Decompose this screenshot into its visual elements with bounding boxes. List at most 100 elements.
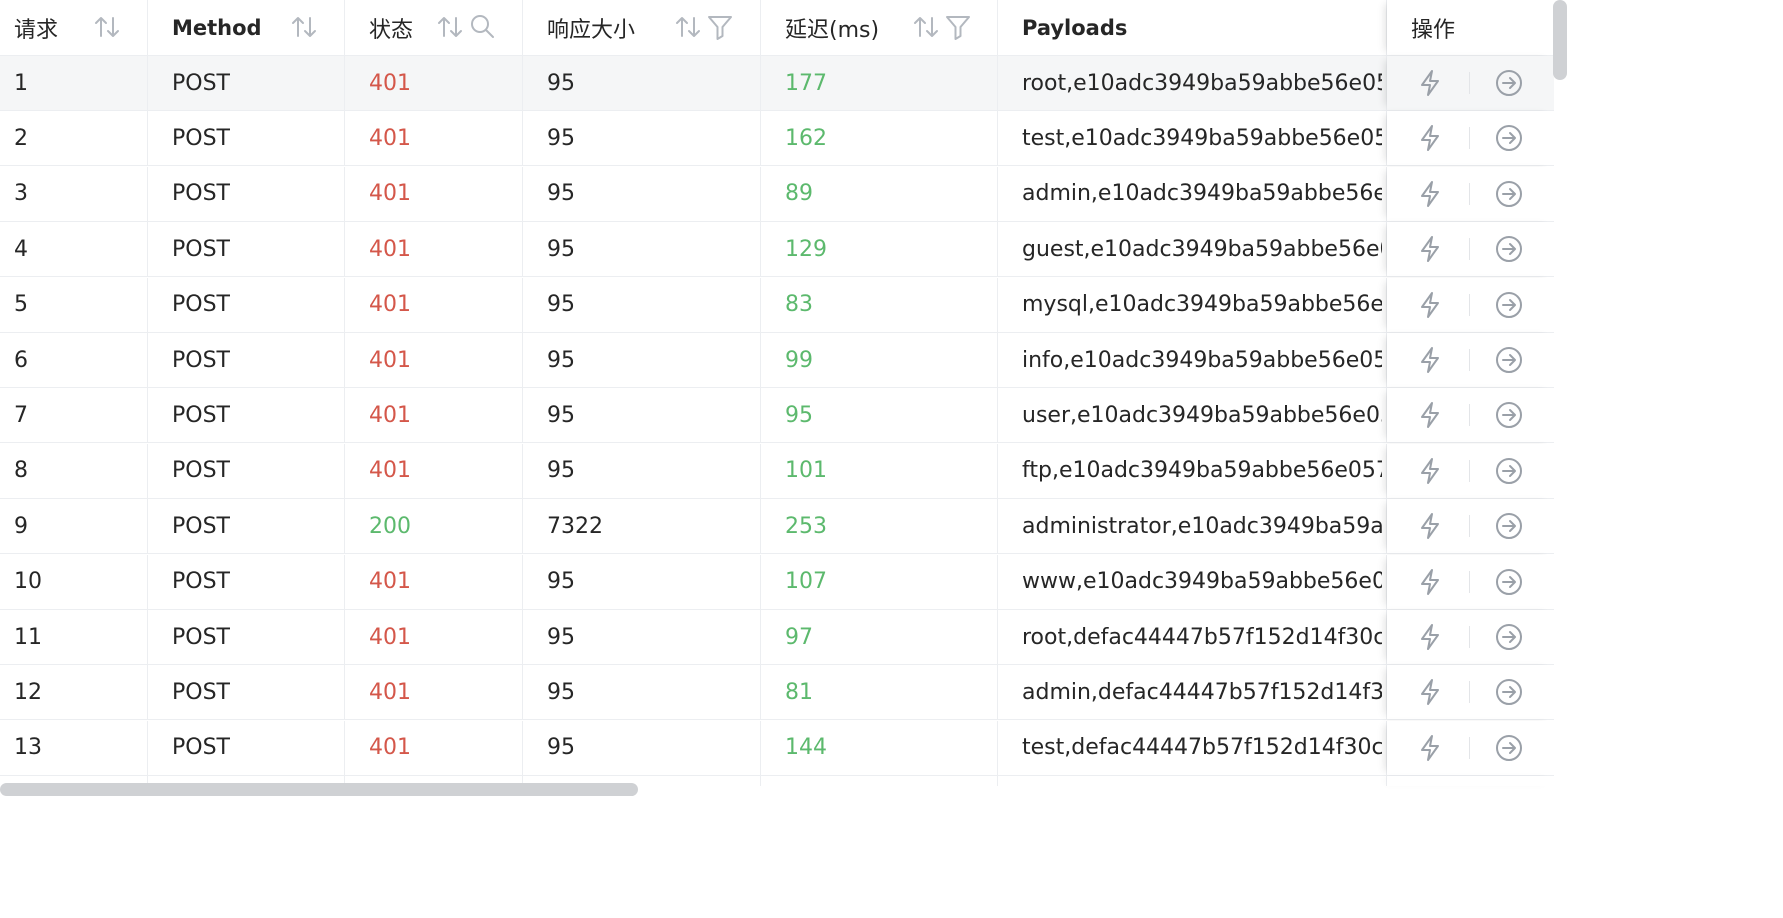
column-header-latency[interactable]: 延迟(ms) — [761, 0, 998, 55]
divider — [1469, 293, 1470, 316]
lightning-icon[interactable] — [1415, 456, 1445, 486]
lightning-icon[interactable] — [1415, 400, 1445, 430]
status-cell: 401 — [345, 111, 523, 166]
lightning-icon[interactable] — [1415, 179, 1445, 209]
lightning-icon[interactable] — [1415, 622, 1445, 652]
latency-value: 89 — [785, 181, 813, 207]
sort-icon[interactable] — [673, 12, 703, 42]
payload-value: user,e10adc3949ba59abbe56e057f — [1022, 402, 1382, 428]
method-cell: POST — [148, 610, 345, 664]
arrow-circle-right-icon[interactable] — [1494, 456, 1524, 486]
payload-cell: ftp,e10adc3949ba59abbe56e057f2 — [998, 443, 1387, 498]
lightning-icon[interactable] — [1415, 123, 1445, 153]
horizontal-scrollbar[interactable] — [0, 783, 638, 796]
status-code: 401 — [369, 292, 411, 318]
size-cell: 95 — [523, 277, 761, 332]
latency-value: 162 — [785, 125, 827, 151]
arrow-circle-right-icon[interactable] — [1494, 123, 1524, 153]
status-code: 401 — [369, 679, 411, 705]
column-header-request[interactable]: 请求 — [0, 0, 148, 55]
table-row[interactable]: 4 POST 401 95 129 guest,e10adc3949ba59ab… — [0, 222, 1554, 278]
method-cell: POST — [148, 443, 345, 498]
latency-cell: 97 — [761, 610, 998, 664]
status-code: 401 — [369, 458, 411, 484]
method-value: POST — [172, 735, 230, 761]
lightning-icon[interactable] — [1415, 733, 1445, 763]
request-cell: 13 — [0, 720, 148, 775]
request-id: 13 — [14, 735, 42, 761]
filter-icon[interactable] — [705, 12, 735, 42]
latency-cell: 162 — [761, 111, 998, 166]
table-row[interactable]: 3 POST 401 95 89 admin,e10adc3949ba59abb… — [0, 166, 1554, 222]
table-row[interactable]: 12 POST 401 95 81 admin,defac44447b57f15… — [0, 665, 1554, 721]
table-row[interactable]: 1 POST 401 95 177 root,e10adc3949ba59abb… — [0, 56, 1554, 111]
arrow-circle-right-icon[interactable] — [1494, 567, 1524, 597]
status-cell: 401 — [345, 610, 523, 664]
sort-icon[interactable] — [435, 12, 465, 42]
table-row[interactable]: 5 POST 401 95 83 mysql,e10adc3949ba59abb… — [0, 277, 1554, 333]
filter-icon[interactable] — [943, 12, 973, 42]
latency-value: 97 — [785, 624, 813, 650]
arrow-circle-right-icon[interactable] — [1494, 400, 1524, 430]
size-cell: 7322 — [523, 499, 761, 554]
lightning-icon[interactable] — [1415, 290, 1445, 320]
response-size: 95 — [547, 624, 575, 650]
response-size: 95 — [547, 181, 575, 207]
arrow-circle-right-icon[interactable] — [1494, 234, 1524, 264]
table-row[interactable]: 11 POST 401 95 97 root,defac44447b57f152… — [0, 610, 1554, 665]
request-cell: 6 — [0, 333, 148, 387]
lightning-icon[interactable] — [1415, 234, 1445, 264]
actions-cell — [1387, 443, 1554, 498]
request-id: 10 — [14, 569, 42, 595]
size-cell: 95 — [523, 222, 761, 277]
divider — [1469, 182, 1470, 205]
payload-cell: root,e10adc3949ba59abbe56e057f — [998, 56, 1387, 110]
column-header-size[interactable]: 响应大小 — [523, 0, 761, 55]
payload-value: ftp,e10adc3949ba59abbe56e057f2 — [1022, 458, 1382, 484]
arrow-circle-right-icon[interactable] — [1494, 68, 1524, 98]
sort-icon[interactable] — [289, 12, 319, 42]
request-cell: 7 — [0, 388, 148, 443]
status-cell: 401 — [345, 554, 523, 609]
method-value: POST — [172, 513, 230, 539]
table-row[interactable]: 10 POST 401 95 107 www,e10adc3949ba59abb… — [0, 554, 1554, 610]
lightning-icon[interactable] — [1415, 511, 1445, 541]
request-id: 3 — [14, 181, 28, 207]
table-row[interactable]: 13 POST 401 95 144 test,defac44447b57f15… — [0, 720, 1554, 776]
arrow-circle-right-icon[interactable] — [1494, 733, 1524, 763]
method-value: POST — [172, 70, 230, 96]
arrow-circle-right-icon[interactable] — [1494, 290, 1524, 320]
lightning-icon[interactable] — [1415, 567, 1445, 597]
actions-cell — [1387, 277, 1554, 332]
lightning-icon[interactable] — [1415, 345, 1445, 375]
column-header-method[interactable]: Method — [148, 0, 345, 55]
response-size: 95 — [547, 292, 575, 318]
arrow-circle-right-icon[interactable] — [1494, 622, 1524, 652]
payload-cell: mysql,e10adc3949ba59abbe56e05 — [998, 277, 1387, 332]
lightning-icon[interactable] — [1415, 68, 1445, 98]
latency-value: 81 — [785, 679, 813, 705]
request-id: 12 — [14, 679, 42, 705]
arrow-circle-right-icon[interactable] — [1494, 511, 1524, 541]
latency-cell: 101 — [761, 443, 998, 498]
lightning-icon[interactable] — [1415, 677, 1445, 707]
table-row[interactable]: 8 POST 401 95 101 ftp,e10adc3949ba59abbe… — [0, 443, 1554, 499]
sort-icon[interactable] — [92, 12, 122, 42]
search-icon[interactable] — [467, 12, 497, 42]
status-code: 401 — [369, 569, 411, 595]
actions-cell — [1387, 111, 1554, 166]
column-header-status[interactable]: 状态 — [345, 0, 523, 55]
arrow-circle-right-icon[interactable] — [1494, 345, 1524, 375]
request-id: 4 — [14, 236, 28, 262]
payload-cell: user,e10adc3949ba59abbe56e057f — [998, 388, 1387, 443]
arrow-circle-right-icon[interactable] — [1494, 677, 1524, 707]
vertical-scrollbar[interactable] — [1553, 0, 1567, 80]
sort-icon[interactable] — [911, 12, 941, 42]
table-row[interactable]: 9 POST 200 7322 253 administrator,e10adc… — [0, 499, 1554, 555]
table-row[interactable]: 6 POST 401 95 99 info,e10adc3949ba59abbe… — [0, 333, 1554, 388]
table-row[interactable]: 2 POST 401 95 162 test,e10adc3949ba59abb… — [0, 111, 1554, 167]
column-header-payloads[interactable]: Payloads — [998, 0, 1387, 55]
method-value: POST — [172, 236, 230, 262]
table-row[interactable]: 7 POST 401 95 95 user,e10adc3949ba59abbe… — [0, 388, 1554, 444]
arrow-circle-right-icon[interactable] — [1494, 179, 1524, 209]
